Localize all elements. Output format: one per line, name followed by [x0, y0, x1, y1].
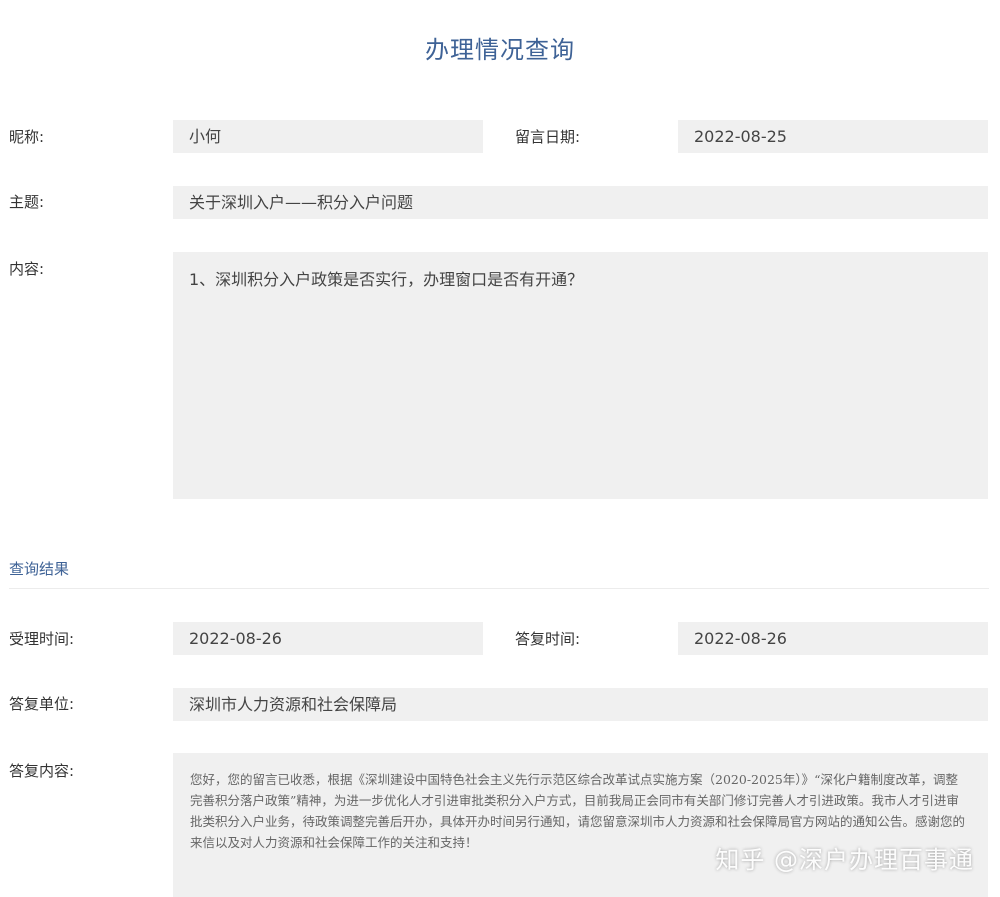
message-date-field: 2022-08-25: [678, 120, 988, 153]
content-field: 1、深圳积分入户政策是否实行，办理窗口是否有开通？: [173, 252, 988, 499]
nickname-field: 小何: [173, 120, 483, 153]
message-date-label: 留言日期:: [515, 128, 581, 146]
watermark: 知乎 @深户办理百事通: [715, 846, 974, 874]
reply-content-label: 答复内容:: [9, 762, 75, 780]
section-divider: [9, 588, 989, 589]
reply-time-field: 2022-08-26: [678, 622, 988, 655]
reply-content-field: 您好，您的留言已收悉，根据《深圳建设中国特色社会主义先行示范区综合改革试点实施方…: [173, 753, 988, 897]
reply-unit-field: 深圳市人力资源和社会保障局: [173, 688, 988, 721]
page: 办理情况查询 昵称: 小何 留言日期: 2022-08-25 主题: 关于深圳入…: [0, 0, 1000, 897]
subject-label: 主题:: [9, 193, 45, 211]
query-result-heading: 查询结果: [9, 560, 70, 578]
page-title: 办理情况查询: [425, 36, 575, 64]
accept-time-field: 2022-08-26: [173, 622, 483, 655]
subject-field: 关于深圳入户——积分入户问题: [173, 186, 988, 219]
reply-time-label: 答复时间:: [515, 630, 581, 648]
content-label: 内容:: [9, 260, 45, 278]
accept-time-label: 受理时间:: [9, 630, 75, 648]
reply-unit-label: 答复单位:: [9, 695, 75, 713]
nickname-label: 昵称:: [9, 128, 45, 146]
